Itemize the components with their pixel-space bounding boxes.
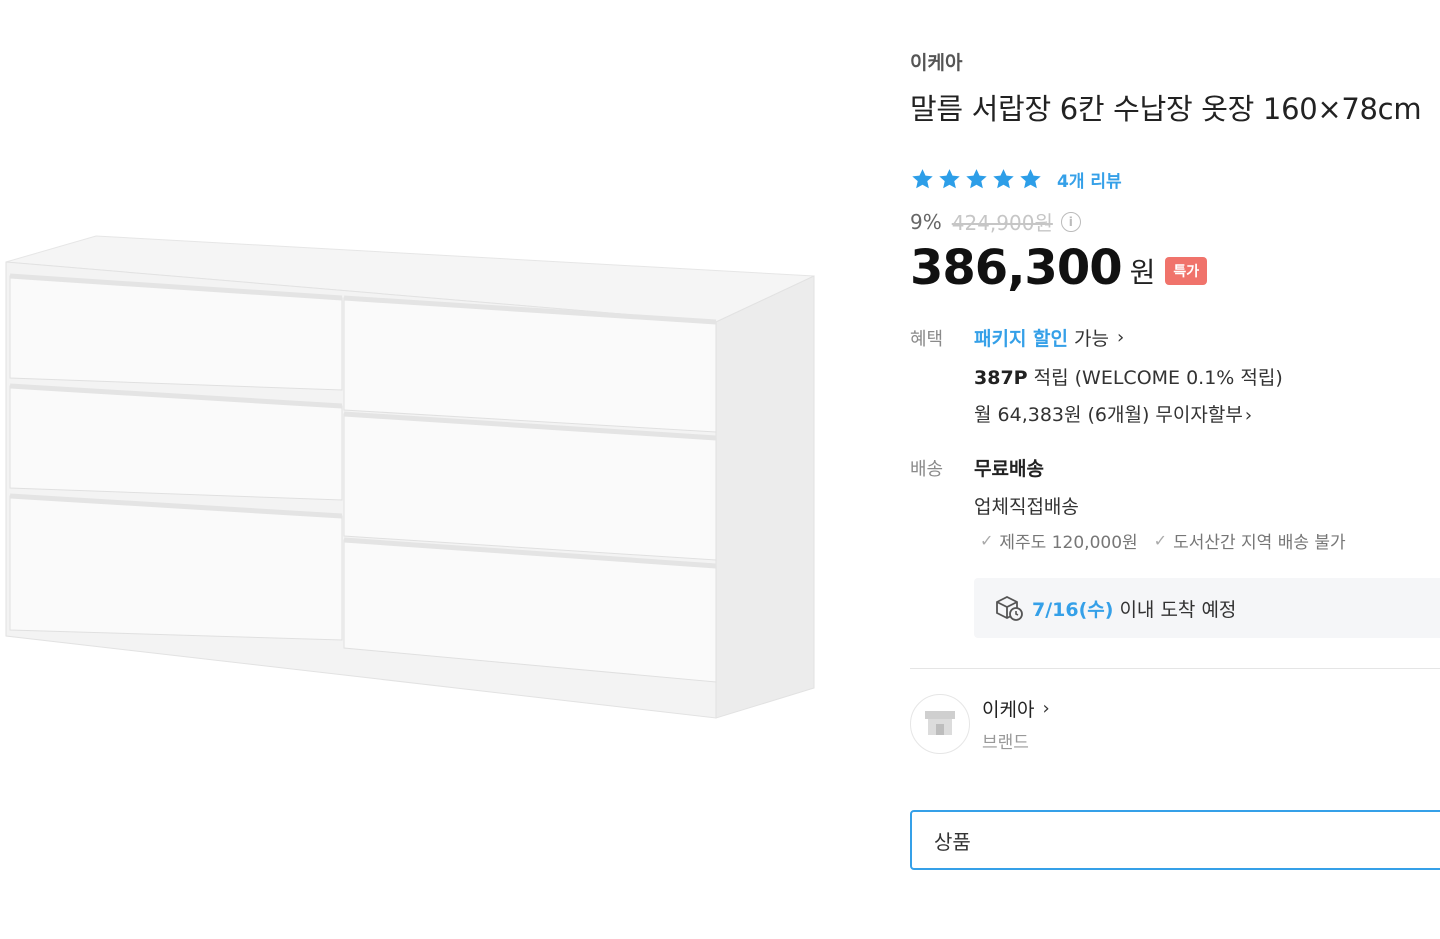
check-icon: ✓ [1153,531,1168,550]
brand-card-text: 이케아 › 브랜드 [982,695,1050,753]
arrival-text: 이내 도착 예정 [1119,598,1237,621]
discount-rate: 9% [910,209,942,234]
brand-name[interactable]: 이케아 [910,48,962,75]
free-shipping: 무료배송 [974,458,1044,480]
product-info-panel: 이케아 말름 서랍장 6칸 수납장 옷장 160×78cm 4개 리뷰 9% 4… [910,0,1440,939]
deal-badge: 특가 [1165,257,1208,285]
review-link[interactable]: 4개 리뷰 [1057,167,1122,192]
original-price: 424,900원 [951,211,1053,235]
brand-card-name-text: 이케아 [982,699,1035,721]
installment-link[interactable]: 월 64,383원 (6개월) 무이자할부 › [974,400,1252,427]
brand-card-sub: 브랜드 [982,733,1029,753]
product-search-input[interactable]: 상품 [910,810,1440,870]
benefit-label: 혜택 [910,329,944,350]
package-discount-suffix: 가능 [1074,328,1109,350]
brand-card[interactable]: 이케아 › 브랜드 [910,694,1050,754]
package-discount-link[interactable]: 패키지 할인 가능 › [974,324,1124,351]
shipping-label: 배송 [910,459,944,480]
search-input-value: 상품 [934,829,971,854]
star-rating [910,167,1043,192]
product-image [0,0,880,939]
brand-avatar [910,694,970,754]
arrival-estimate: 7/16(수) 이내 도착 예정 [974,578,1440,638]
installment-text: 월 64,383원 (6개월) 무이자할부 [974,404,1243,426]
star-icon [912,168,933,188]
arrival-date: 7/16(수) [1032,598,1114,621]
brand-card-name: 이케아 › [982,695,1050,722]
star-icon [939,168,960,188]
points-amount: 387P [974,367,1028,389]
shipping-note-island: ✓ 도서산간 지역 배송 불가 [1154,528,1346,553]
store-icon [925,711,955,735]
package-discount-text: 패키지 할인 [974,328,1069,350]
check-icon: ✓ [980,531,994,550]
chevron-right-icon: › [1042,698,1050,719]
rating-row: 4개 리뷰 [910,166,1122,192]
dresser-illustration [5,235,815,719]
delivery-box-icon [996,595,1023,621]
info-icon[interactable]: i [1060,211,1081,232]
sale-price: 386,300 [910,240,1123,296]
star-icon [993,168,1014,188]
shipping-note-jeju: ✓ 제주도 120,000원 [980,528,1138,553]
shipping-notes: ✓ 제주도 120,000원 ✓ 도서산간 지역 배송 불가 [980,528,1346,553]
star-icon [1020,168,1041,188]
chevron-right-icon: › [1116,327,1125,348]
currency-label: 원 [1129,256,1156,289]
shipping-note-jeju-text: 제주도 120,000원 [999,533,1138,553]
points-text: 적립 (WELCOME 0.1% 적립) [1033,367,1283,389]
star-icon [966,168,987,188]
price-row: 386,300 원 특가 [910,240,1208,296]
discount-row: 9% 424,900원 i [910,207,1081,236]
product-title: 말름 서랍장 6칸 수납장 옷장 160×78cm [910,92,1422,126]
shipping-note-island-text: 도서산간 지역 배송 불가 [1173,533,1346,553]
chevron-right-icon: › [1244,405,1253,426]
divider [910,668,1440,669]
points-info: 387P 적립 (WELCOME 0.1% 적립) [974,363,1283,390]
shipping-type: 업체직접배송 [974,496,1079,518]
